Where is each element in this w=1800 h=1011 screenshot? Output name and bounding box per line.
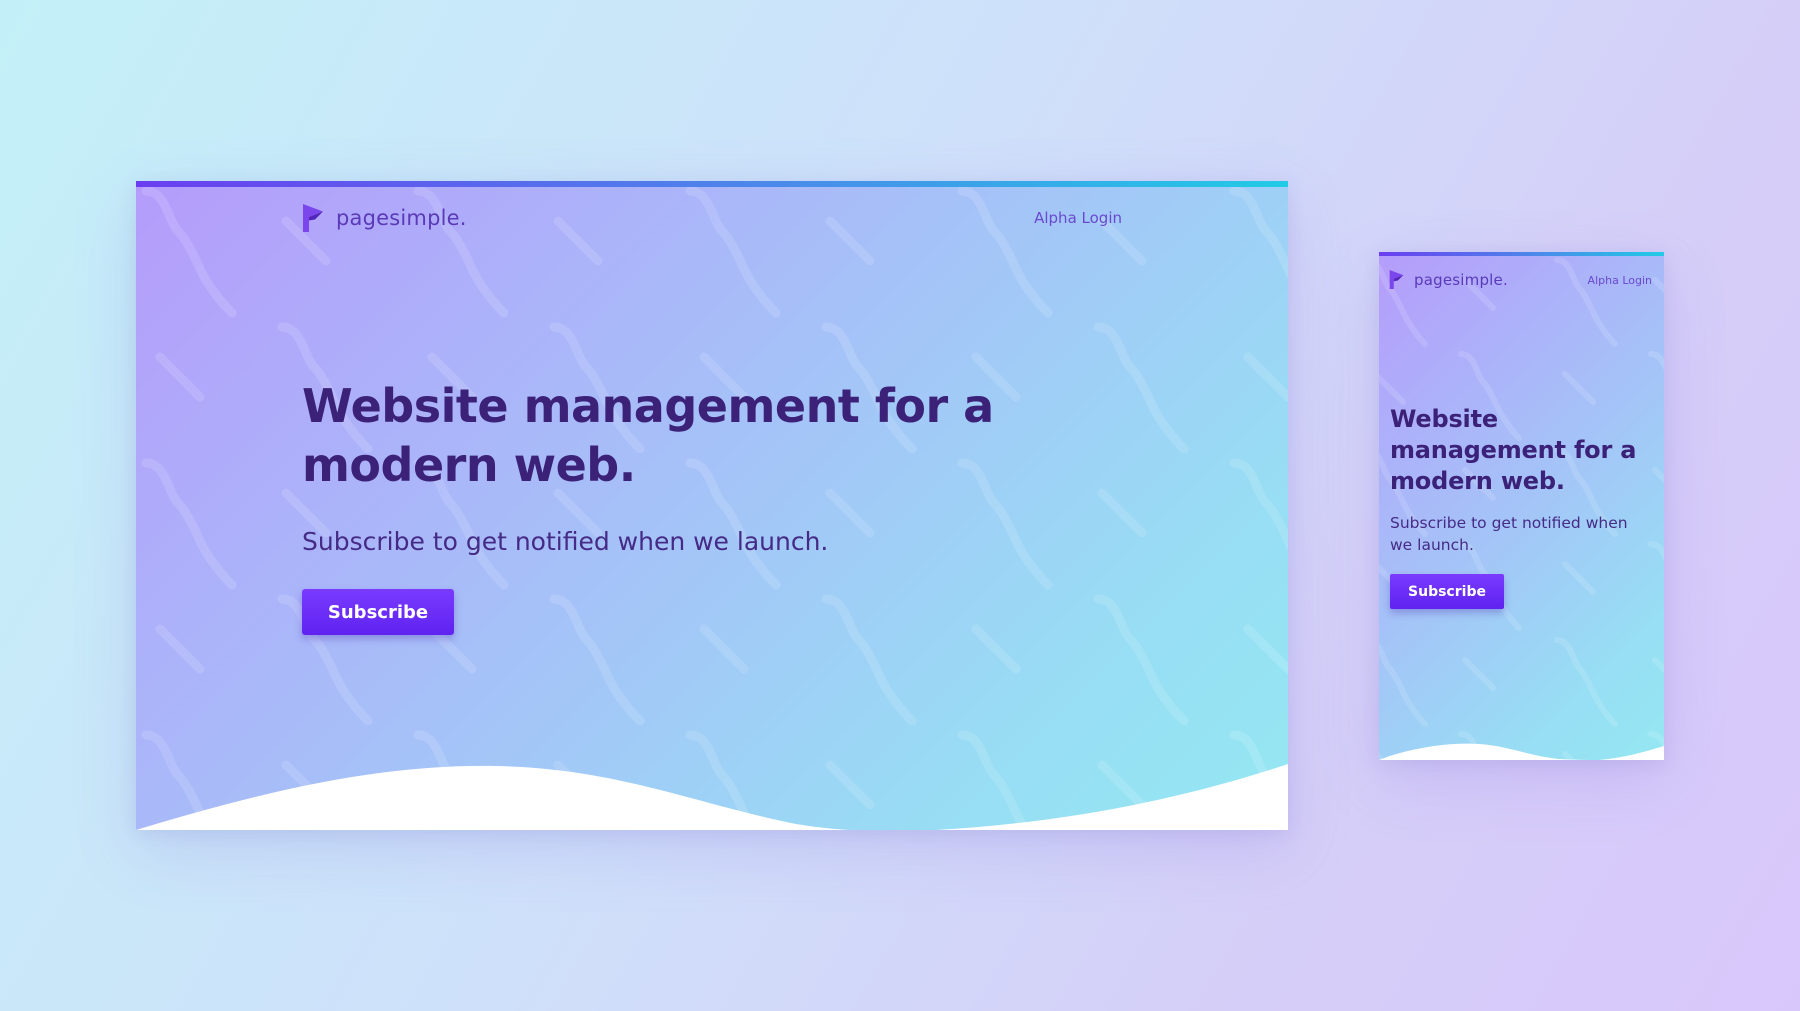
desktop-preview: pagesimple. Alpha Login Website manageme…: [136, 181, 1288, 830]
mobile-preview: pagesimple. Alpha Login Website manageme…: [1379, 252, 1664, 760]
hero-title: Website management for a modern web.: [1390, 405, 1637, 495]
alpha-login-link[interactable]: Alpha Login: [1034, 209, 1122, 227]
pagesimple-flag-logo-icon: [1389, 269, 1404, 290]
brand-name: pagesimple.: [336, 206, 467, 230]
brand-name: pagesimple.: [1414, 270, 1508, 289]
hero-title: Website management for a modern web.: [302, 379, 994, 492]
subscribe-button[interactable]: Subscribe: [302, 589, 454, 635]
hero-subtitle: Subscribe to get notified when we launch…: [302, 527, 829, 556]
brand[interactable]: pagesimple.: [1389, 269, 1508, 290]
hero-subtitle: Subscribe to get notified when we launch…: [1390, 514, 1628, 554]
subscribe-button[interactable]: Subscribe: [1390, 574, 1504, 609]
brand[interactable]: pagesimple.: [302, 203, 467, 233]
pagesimple-flag-logo-icon: [303, 204, 323, 232]
alpha-login-link[interactable]: Alpha Login: [1588, 274, 1652, 287]
